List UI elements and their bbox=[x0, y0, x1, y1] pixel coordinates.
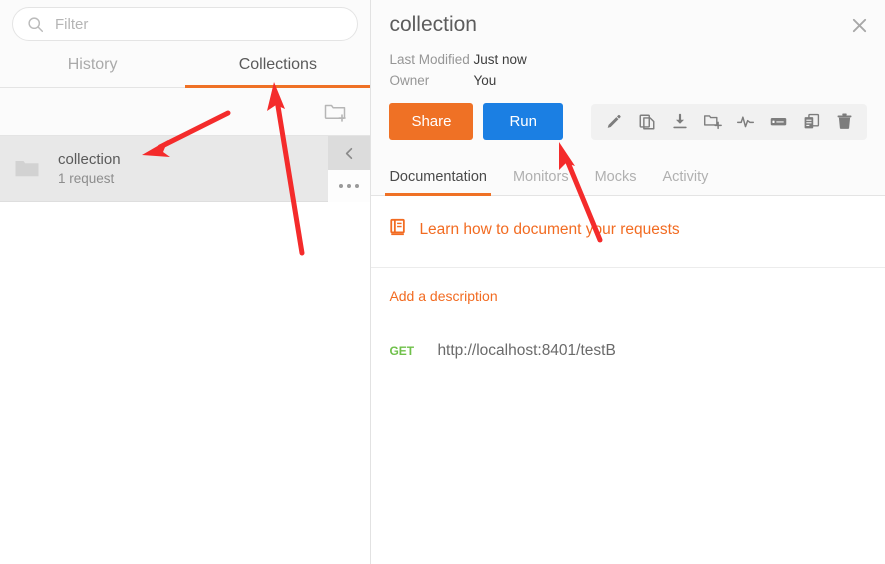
list-item[interactable]: collection 1 request bbox=[0, 136, 371, 202]
collection-detail-panel: collection Last Modified Just now Owner … bbox=[371, 0, 885, 564]
request-method-badge: GET bbox=[389, 344, 415, 358]
folder-icon bbox=[14, 156, 40, 182]
postman-collection-screen: History Collections collecti bbox=[0, 0, 885, 564]
detail-header: collection Last Modified Just now Owner … bbox=[371, 0, 885, 91]
tab-collections[interactable]: Collections bbox=[185, 42, 371, 88]
detail-tabs: Documentation Monitors Mocks Activity bbox=[371, 154, 885, 196]
meta-label: Owner bbox=[389, 73, 430, 88]
collection-request-count: 1 request bbox=[58, 171, 115, 186]
dot bbox=[347, 184, 352, 188]
documentation-content: Learn how to document your requests Add … bbox=[371, 196, 885, 564]
search-input-wrapper[interactable] bbox=[12, 7, 359, 41]
collection-meta: Last Modified Just now Owner You bbox=[389, 49, 867, 91]
more-options-icon[interactable] bbox=[328, 170, 371, 202]
tab-activity[interactable]: Activity bbox=[662, 169, 708, 195]
meta-value: You bbox=[473, 73, 497, 88]
new-folder-icon[interactable] bbox=[320, 97, 350, 127]
mock-server-icon[interactable] bbox=[763, 106, 794, 137]
delete-trash-icon[interactable] bbox=[829, 106, 860, 137]
collection-name: collection bbox=[58, 151, 121, 168]
request-item[interactable]: GET http://localhost:8401/testB bbox=[389, 342, 867, 360]
filter-bar bbox=[0, 0, 371, 42]
sidebar: History Collections collecti bbox=[0, 0, 372, 564]
divider bbox=[371, 267, 885, 268]
page-title: collection bbox=[389, 13, 477, 36]
run-button[interactable]: Run bbox=[483, 103, 563, 140]
add-folder-icon[interactable] bbox=[697, 106, 728, 137]
book-icon bbox=[389, 218, 407, 241]
add-description-link[interactable]: Add a description bbox=[389, 288, 497, 304]
close-icon[interactable] bbox=[847, 13, 871, 37]
edit-pencil-icon[interactable] bbox=[598, 106, 629, 137]
sidebar-toolbar bbox=[0, 88, 371, 136]
icon-toolbar-group bbox=[591, 103, 867, 140]
export-download-icon[interactable] bbox=[664, 106, 695, 137]
action-toolbar: Share Run bbox=[371, 91, 885, 154]
request-url: http://localhost:8401/testB bbox=[437, 342, 616, 359]
tab-mocks[interactable]: Mocks bbox=[595, 169, 637, 195]
chevron-left-icon[interactable] bbox=[328, 136, 371, 170]
share-button[interactable]: Share bbox=[389, 103, 474, 140]
meta-label: Last Modified bbox=[389, 52, 470, 67]
learn-documentation-label: Learn how to document your requests bbox=[419, 220, 680, 238]
tab-history[interactable]: History bbox=[0, 42, 185, 87]
monitor-pulse-icon[interactable] bbox=[730, 106, 761, 137]
meta-row-owner: Owner You bbox=[389, 70, 867, 91]
meta-row-last-modified: Last Modified Just now bbox=[389, 49, 867, 70]
duplicate-icon[interactable] bbox=[631, 106, 662, 137]
search-input[interactable] bbox=[55, 15, 344, 33]
sidebar-tabs: History Collections bbox=[0, 42, 371, 88]
search-icon bbox=[27, 16, 44, 33]
collection-list: collection 1 request bbox=[0, 136, 371, 564]
tab-documentation[interactable]: Documentation bbox=[385, 169, 491, 196]
meta-value: Just now bbox=[473, 52, 527, 67]
dot bbox=[339, 184, 344, 188]
learn-documentation-link[interactable]: Learn how to document your requests bbox=[389, 218, 867, 241]
tab-monitors[interactable]: Monitors bbox=[513, 169, 569, 195]
documentation-icon[interactable] bbox=[796, 106, 827, 137]
list-item-texts: collection 1 request bbox=[58, 151, 121, 186]
dot bbox=[355, 184, 360, 188]
